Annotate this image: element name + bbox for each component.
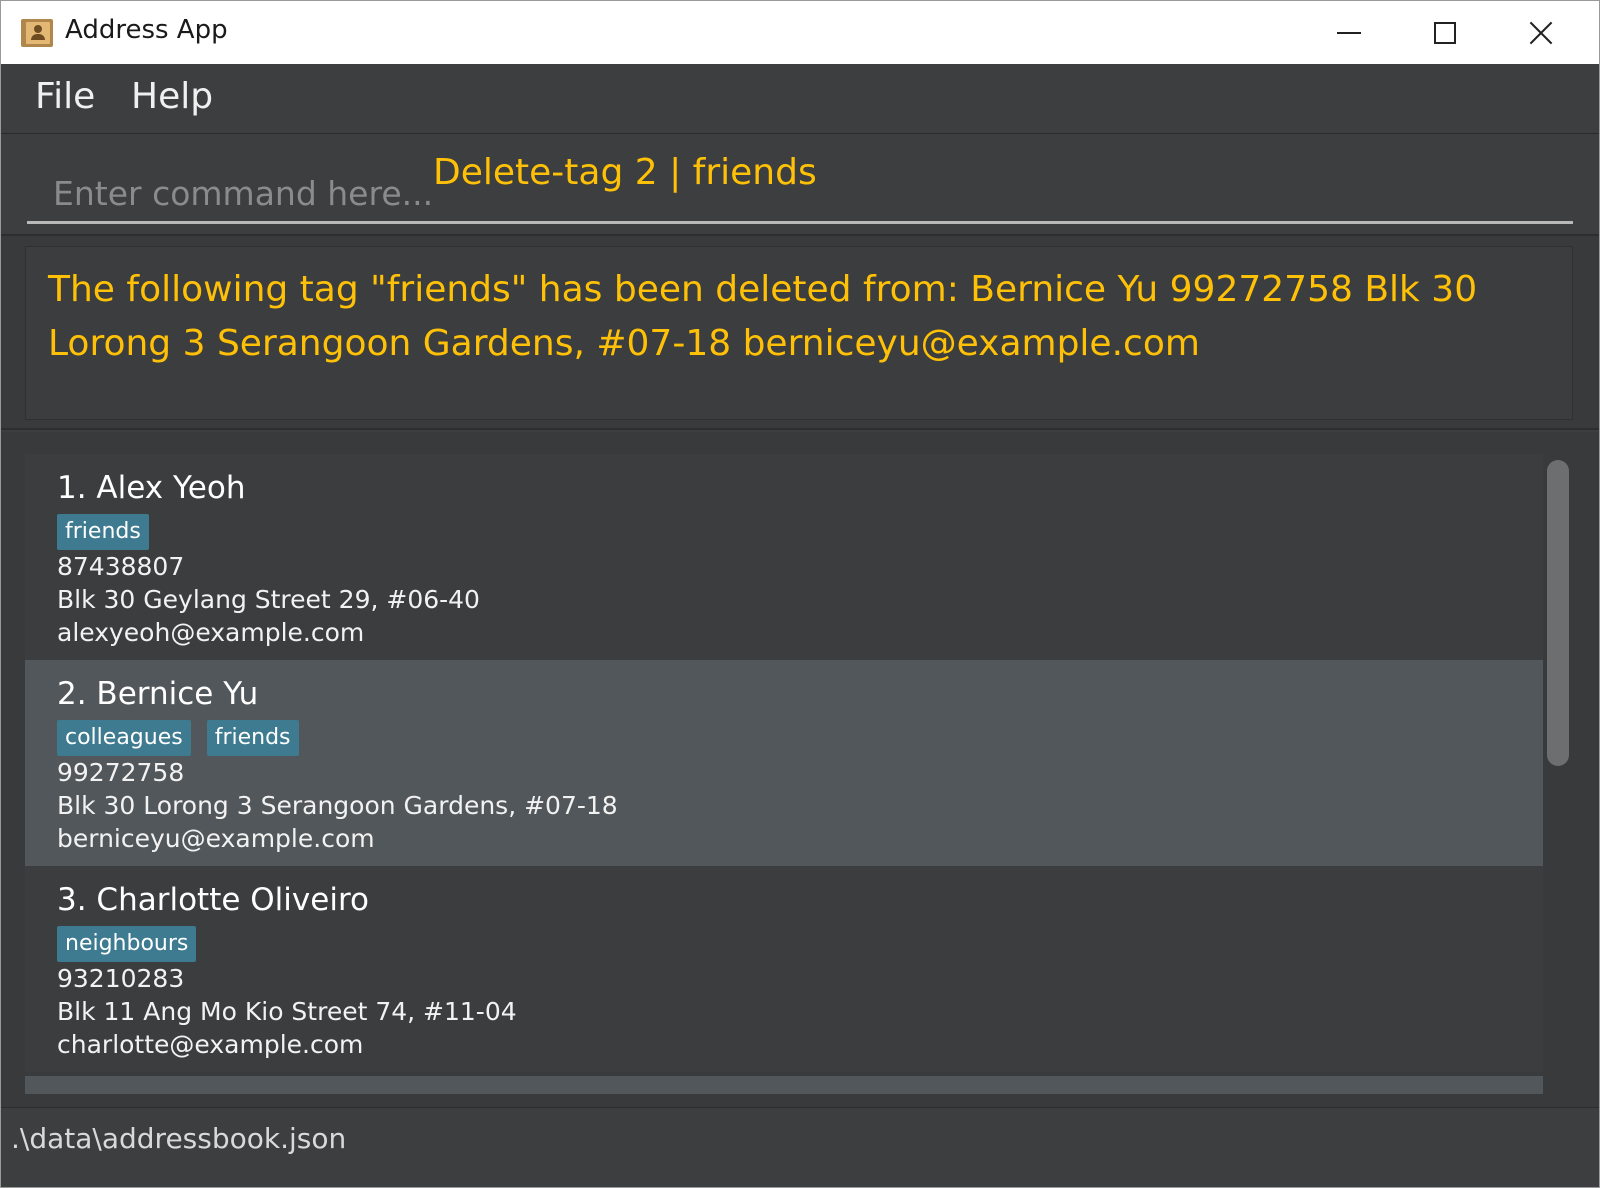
- address-book-icon: [21, 19, 53, 47]
- person-card[interactable]: 3. Charlotte Oliveiro neighbours 9321028…: [25, 866, 1543, 1072]
- person-email: charlotte@example.com: [57, 1030, 364, 1059]
- command-typed-text[interactable]: Delete-tag 2 | friends: [433, 152, 817, 193]
- result-message: The following tag "friends" has been del…: [48, 269, 1478, 364]
- close-button[interactable]: [1493, 1, 1589, 64]
- person-tags: colleagues friends: [57, 720, 299, 756]
- tag-badge: friends: [57, 514, 149, 550]
- person-name: 2. Bernice Yu: [57, 676, 259, 712]
- person-list-panel: 1. Alex Yeoh friends 87438807 Blk 30 Gey…: [1, 432, 1599, 1107]
- title-bar[interactable]: Address App: [1, 1, 1599, 64]
- person-email: alexyeoh@example.com: [57, 618, 365, 647]
- result-display[interactable]: The following tag "friends" has been del…: [25, 246, 1573, 420]
- minimize-button[interactable]: [1301, 1, 1397, 64]
- minimize-icon: [1337, 31, 1361, 34]
- menu-bar: File Help: [1, 64, 1599, 134]
- maximize-button[interactable]: [1397, 1, 1493, 64]
- result-display-panel: The following tag "friends" has been del…: [1, 234, 1599, 430]
- person-address: Blk 11 Ang Mo Kio Street 74, #11-04: [57, 997, 517, 1026]
- person-address: Blk 30 Lorong 3 Serangoon Gardens, #07-1…: [57, 791, 618, 820]
- status-bar: .\data\addressbook.json: [1, 1107, 1599, 1187]
- app-window: Address App File Help Enter command here…: [0, 0, 1600, 1188]
- save-file-path: .\data\addressbook.json: [11, 1122, 347, 1155]
- window-title: Address App: [65, 15, 228, 45]
- person-name: 1. Alex Yeoh: [57, 470, 246, 506]
- person-email: berniceyu@example.com: [57, 824, 375, 853]
- tag-badge: neighbours: [57, 926, 197, 962]
- person-phone: 99272758: [57, 758, 185, 787]
- person-card-partial[interactable]: [25, 1076, 1543, 1094]
- command-placeholder: Enter command here...: [53, 174, 434, 213]
- command-box: Enter command here... Delete-tag 2 | fri…: [1, 134, 1599, 234]
- person-tags: neighbours: [57, 926, 197, 962]
- person-tags: friends: [57, 514, 149, 550]
- person-card-selected[interactable]: 2. Bernice Yu colleagues friends 9927275…: [25, 660, 1543, 866]
- person-phone: 93210283: [57, 964, 185, 993]
- maximize-icon: [1434, 21, 1456, 44]
- menu-file[interactable]: File: [35, 76, 95, 117]
- person-name: 3. Charlotte Oliveiro: [57, 882, 369, 918]
- person-phone: 87438807: [57, 552, 185, 581]
- person-card[interactable]: 1. Alex Yeoh friends 87438807 Blk 30 Gey…: [25, 454, 1543, 660]
- list-scrollbar[interactable]: [1547, 460, 1569, 766]
- person-list[interactable]: 1. Alex Yeoh friends 87438807 Blk 30 Gey…: [25, 454, 1543, 1094]
- tag-badge: colleagues: [57, 720, 191, 756]
- menu-help[interactable]: Help: [131, 76, 213, 117]
- tag-badge: friends: [206, 720, 299, 756]
- close-icon: [1528, 20, 1554, 46]
- person-address: Blk 30 Geylang Street 29, #06-40: [57, 585, 480, 614]
